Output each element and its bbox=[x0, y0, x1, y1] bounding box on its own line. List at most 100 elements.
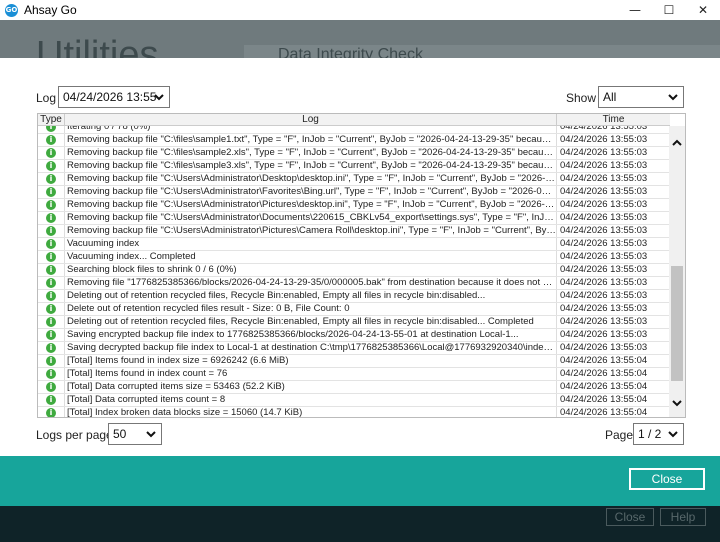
type-cell: i bbox=[38, 147, 65, 159]
scrollbar-thumb[interactable] bbox=[671, 266, 683, 381]
time-cell: 04/24/2026 13:55:04 bbox=[560, 394, 648, 405]
page-label: Page bbox=[605, 428, 634, 442]
column-header-type[interactable]: Type bbox=[38, 114, 65, 126]
maximize-button[interactable]: ☐ bbox=[652, 0, 686, 20]
window-titlebar: GO Ahsay Go — ☐ ✕ bbox=[0, 0, 720, 20]
scroll-up-icon[interactable] bbox=[672, 138, 682, 148]
info-icon: i bbox=[46, 356, 56, 366]
chevron-down-icon bbox=[668, 431, 678, 438]
info-icon: i bbox=[46, 343, 56, 353]
info-icon: i bbox=[46, 291, 56, 301]
type-cell: i bbox=[38, 316, 65, 328]
table-row[interactable]: i Removing backup file "C:\Users\Administ… bbox=[38, 199, 670, 212]
table-row[interactable]: i Vacuuming index... Completed 04/24/2026 … bbox=[38, 251, 670, 264]
log-cell: Saving encrypted backup file index to 17… bbox=[65, 329, 557, 341]
log-cell: Delete out of retention recycled files r… bbox=[65, 303, 557, 315]
type-cell: i bbox=[38, 368, 65, 380]
window-close-button[interactable]: ✕ bbox=[686, 0, 720, 20]
type-cell: i bbox=[38, 407, 65, 417]
type-cell: i bbox=[38, 199, 65, 211]
table-row[interactable]: i Vacuuming index 04/24/2026 13:55:03 bbox=[38, 238, 670, 251]
window-title: Ahsay Go bbox=[24, 3, 77, 17]
info-icon: i bbox=[46, 304, 56, 314]
info-icon: i bbox=[46, 252, 56, 262]
time-cell: 04/24/2026 13:55:03 bbox=[560, 342, 648, 353]
log-cell: Removing backup file "C:\Users\Administr… bbox=[67, 186, 557, 198]
vertical-scrollbar[interactable] bbox=[669, 126, 685, 417]
table-row[interactable]: i Removing backup file "C:\files\sample1.… bbox=[38, 134, 670, 147]
time-cell: 04/24/2026 13:55:03 bbox=[560, 251, 648, 262]
time-cell: 04/24/2026 13:55:04 bbox=[560, 355, 648, 366]
type-cell: i bbox=[38, 303, 65, 315]
table-row[interactable]: i Removing backup file "C:\files\sample3.… bbox=[38, 160, 670, 173]
table-row[interactable]: i Saving encrypted backup file index to 1… bbox=[38, 329, 670, 342]
type-cell: i bbox=[38, 381, 65, 393]
time-cell: 04/24/2026 13:55:03 bbox=[560, 212, 648, 223]
info-icon: i bbox=[46, 265, 56, 275]
table-row[interactable]: i Removing backup file "C:\files\sample2.… bbox=[38, 147, 670, 160]
page-select[interactable]: 1 / 2 bbox=[633, 423, 684, 445]
table-row[interactable]: i Delete out of retention recycled files … bbox=[38, 303, 670, 316]
column-header-log[interactable]: Log bbox=[65, 114, 557, 126]
table-row[interactable]: i [Total] Items found in index size = 692… bbox=[38, 355, 670, 368]
logs-per-page-select[interactable]: 50 bbox=[108, 423, 162, 445]
type-cell: i bbox=[38, 160, 65, 172]
log-cell: Vacuuming index... Completed bbox=[65, 251, 557, 263]
log-cell: Removing backup file "C:\files\sample2.x… bbox=[67, 147, 557, 159]
scroll-down-icon[interactable] bbox=[672, 398, 682, 408]
log-date-select[interactable]: 04/24/2026 13:55 bbox=[58, 86, 170, 108]
type-cell: i bbox=[38, 277, 65, 289]
log-cell: Removing backup file "C:\Users\Administr… bbox=[67, 199, 557, 211]
info-icon: i bbox=[46, 317, 56, 327]
column-header-time[interactable]: Time bbox=[557, 114, 670, 126]
info-icon: i bbox=[46, 200, 56, 210]
table-row[interactable]: i Removing backup file "C:\Users\Administ… bbox=[38, 173, 670, 186]
table-row[interactable]: i Removing backup file "C:\Users\Administ… bbox=[38, 186, 670, 199]
type-cell: i bbox=[38, 238, 65, 250]
log-cell: Vacuuming index bbox=[65, 238, 557, 250]
info-icon: i bbox=[46, 395, 56, 405]
type-cell: i bbox=[38, 342, 65, 354]
background-help-button: Help bbox=[660, 508, 706, 526]
log-table-header: Type Log Time bbox=[38, 114, 670, 126]
time-cell: 04/24/2026 13:55:03 bbox=[560, 199, 648, 210]
info-icon: i bbox=[46, 213, 56, 223]
time-cell: 04/24/2026 13:55:04 bbox=[560, 368, 648, 379]
table-row[interactable]: i Removing file "1776825385366/blocks/202… bbox=[38, 277, 670, 290]
log-cell: Removing file "1776825385366/blocks/2026… bbox=[67, 277, 557, 289]
table-row[interactable]: i Removing backup file "C:\Users\Administ… bbox=[38, 212, 670, 225]
table-row[interactable]: i Deleting out of retention recycled file… bbox=[38, 290, 670, 303]
table-row[interactable]: i [Total] Index broken data blocks size =… bbox=[38, 407, 670, 417]
table-row[interactable]: i [Total] Data corrupted items count = 80… bbox=[38, 394, 670, 407]
info-icon: i bbox=[46, 148, 56, 158]
table-row[interactable]: i Removing backup file "C:\Users\Administ… bbox=[38, 225, 670, 238]
log-cell: Removing backup file "C:\Users\Administr… bbox=[67, 225, 557, 237]
table-row[interactable]: i Searching block files to shrink 0 / 6 (… bbox=[38, 264, 670, 277]
type-cell: i bbox=[38, 394, 65, 406]
chevron-down-icon bbox=[154, 94, 164, 101]
time-cell: 04/24/2026 13:55:03 bbox=[560, 147, 648, 158]
log-cell: [Total] Data corrupted items count = 8 bbox=[65, 394, 557, 406]
log-cell: Removing backup file "C:\files\sample3.x… bbox=[67, 160, 557, 172]
log-cell: Saving decrypted backup file index to Lo… bbox=[67, 342, 557, 354]
show-filter-select[interactable]: All bbox=[598, 86, 684, 108]
window-controls: — ☐ ✕ bbox=[618, 0, 720, 20]
info-icon: i bbox=[46, 187, 56, 197]
time-cell: 04/24/2026 13:55:03 bbox=[560, 173, 648, 184]
minimize-button[interactable]: — bbox=[618, 0, 652, 20]
type-cell: i bbox=[38, 225, 65, 237]
close-button[interactable]: Close bbox=[629, 468, 705, 490]
table-row[interactable]: i Deleting out of retention recycled file… bbox=[38, 316, 670, 329]
table-row[interactable]: i Saving decrypted backup file index to L… bbox=[38, 342, 670, 355]
table-row[interactable]: i [Total] Data corrupted items size = 534… bbox=[38, 381, 670, 394]
type-cell: i bbox=[38, 264, 65, 276]
time-cell: 04/24/2026 13:55:03 bbox=[560, 225, 648, 236]
log-cell: Removing backup file "C:\files\sample1.t… bbox=[67, 134, 557, 146]
table-row[interactable]: i [Total] Items found in index count = 76… bbox=[38, 368, 670, 381]
time-cell: 04/24/2026 13:55:03 bbox=[560, 186, 648, 197]
log-date-value: 04/24/2026 13:55 bbox=[63, 90, 157, 104]
log-filter-label: Log bbox=[36, 91, 57, 105]
type-cell: i bbox=[38, 212, 65, 224]
page-value: 1 / 2 bbox=[638, 427, 662, 441]
type-cell: i bbox=[38, 329, 65, 341]
